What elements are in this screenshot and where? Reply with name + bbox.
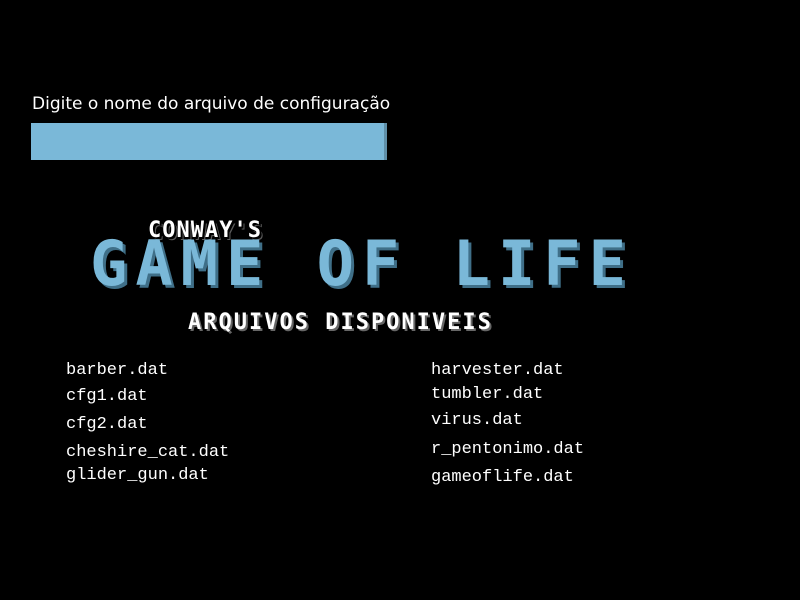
file-list-item[interactable]: tumbler.dat (431, 386, 543, 403)
file-list-item[interactable]: barber.dat (66, 362, 168, 379)
available-files-heading: Arquivos disponiveis (188, 310, 493, 335)
file-list-item[interactable]: harvester.dat (431, 362, 564, 379)
file-list-item[interactable]: glider_gun.dat (66, 467, 209, 484)
file-list-item[interactable]: r_pentonimo.dat (431, 441, 584, 458)
config-file-prompt-label: Digite o nome do arquivo de configuração (32, 94, 391, 114)
file-list-item[interactable]: cfg1.dat (66, 388, 148, 405)
file-list-item[interactable]: virus.dat (431, 412, 523, 429)
file-list-item[interactable]: gameoflife.dat (431, 469, 574, 486)
config-file-input[interactable] (31, 123, 387, 160)
file-list-item[interactable]: cfg2.dat (66, 416, 148, 433)
game-screen: Digite o nome do arquivo de configuração… (0, 0, 800, 600)
file-list-item[interactable]: cheshire_cat.dat (66, 444, 229, 461)
game-title: Game of Life (90, 227, 634, 300)
